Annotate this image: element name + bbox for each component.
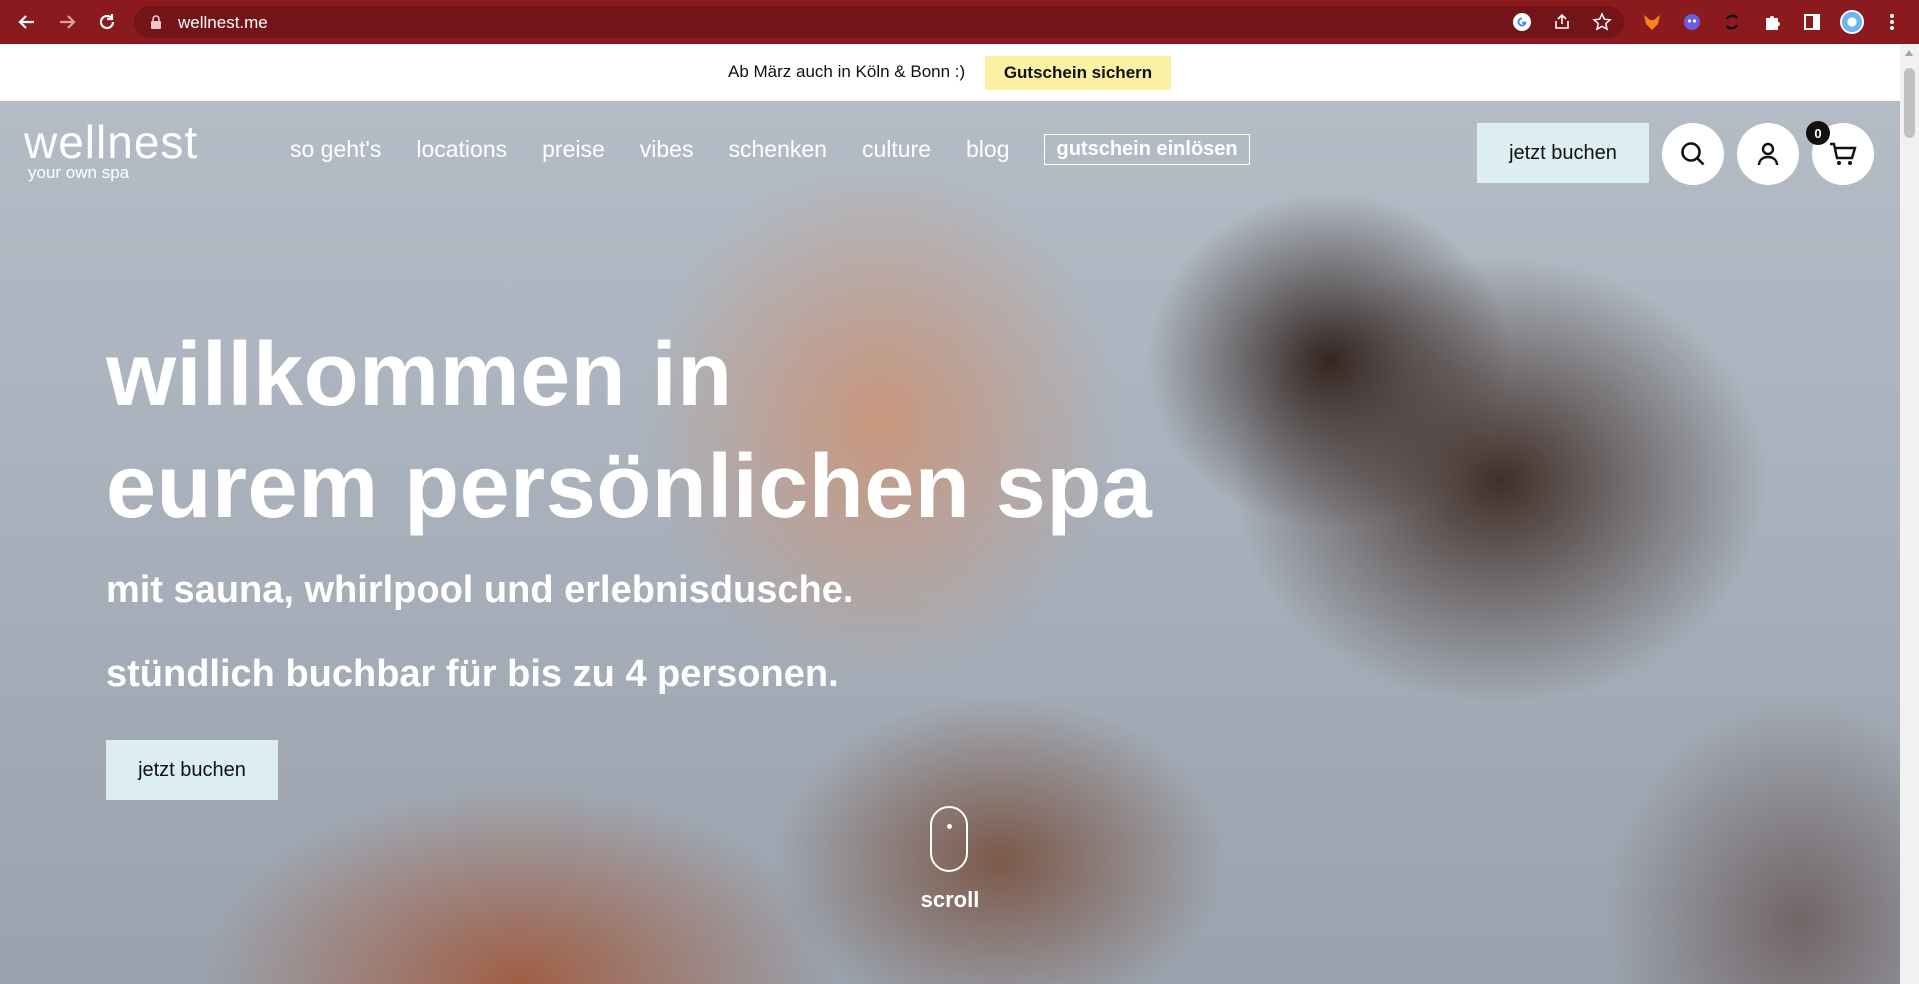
nav-locations[interactable]: locations [416,136,507,163]
user-icon [1757,142,1779,166]
page-scrollbar[interactable] [1900,44,1919,984]
arrow-right-icon [60,15,76,29]
main-nav: so geht's locations preise vibes schenke… [290,134,1250,165]
logo[interactable]: wellnest your own spa [24,119,198,183]
puzzle-icon[interactable] [1760,10,1784,34]
hero-headline-line2: eurem persönlichen spa [106,437,1153,537]
star-icon[interactable] [1590,10,1614,34]
hero-section: wellnest your own spa so geht's location… [0,101,1900,984]
scroll-dot [947,824,952,829]
url-text: wellnest.me [178,13,268,32]
forward-button[interactable] [54,9,80,35]
search-icon [1681,142,1705,166]
sync-extension-icon[interactable] [1720,10,1744,34]
reload-button[interactable] [94,9,120,35]
share-icon[interactable] [1550,10,1574,34]
back-button[interactable] [14,9,40,35]
google-icon[interactable] [1510,10,1534,34]
book-now-hero-button[interactable]: jetzt buchen [106,740,278,800]
side-panel-icon[interactable] [1800,10,1824,34]
redeem-voucher-link[interactable]: gutschein einlösen [1044,134,1250,165]
cart-button[interactable]: 0 [1806,121,1874,185]
cart-icon [1830,142,1857,165]
scrollbar-thumb[interactable] [1904,68,1915,138]
hero-subtitle-1: mit sauna, whirlpool und erlebnisdusche. [106,569,854,611]
promo-bar: Ab März auch in Köln & Bonn :) Gutschein… [0,44,1900,102]
lock-icon [151,15,161,29]
hero-headline-line1: willkommen in [106,325,733,425]
nav-blog[interactable]: blog [966,136,1009,163]
reload-icon [99,14,115,30]
promo-text: Ab März auch in Köln & Bonn :) [728,62,966,81]
arrow-left-icon [18,15,34,29]
kebab-menu-icon[interactable] [1880,10,1904,34]
address-bar[interactable]: wellnest.me [134,6,1624,38]
nav-vibes[interactable]: vibes [640,136,694,163]
scroll-mouse-icon[interactable] [930,806,968,872]
logo-wordmark: wellnest [24,116,199,168]
scroll-up-arrow-icon[interactable] [1905,50,1913,56]
browser-toolbar: wellnest.me [0,0,1919,44]
nav-culture[interactable]: culture [862,136,931,163]
scroll-label[interactable]: scroll [920,887,980,913]
voucher-cta-button[interactable]: Gutschein sichern [985,56,1171,90]
profile-avatar-icon[interactable] [1840,10,1864,34]
hero-subtitle-2: stündlich buchbar für bis zu 4 personen. [106,653,839,695]
cart-count-badge: 0 [1806,121,1830,145]
nav-so-gehts[interactable]: so geht's [290,136,381,163]
fox-extension-icon[interactable] [1640,10,1664,34]
nav-schenken[interactable]: schenken [728,136,826,163]
search-button[interactable] [1662,123,1724,185]
nav-preise[interactable]: preise [542,136,605,163]
account-button[interactable] [1737,123,1799,185]
book-now-header-button[interactable]: jetzt buchen [1477,123,1649,183]
ghost-extension-icon[interactable] [1680,10,1704,34]
hero-headline: willkommen in eurem persönlichen spa [106,319,1152,543]
